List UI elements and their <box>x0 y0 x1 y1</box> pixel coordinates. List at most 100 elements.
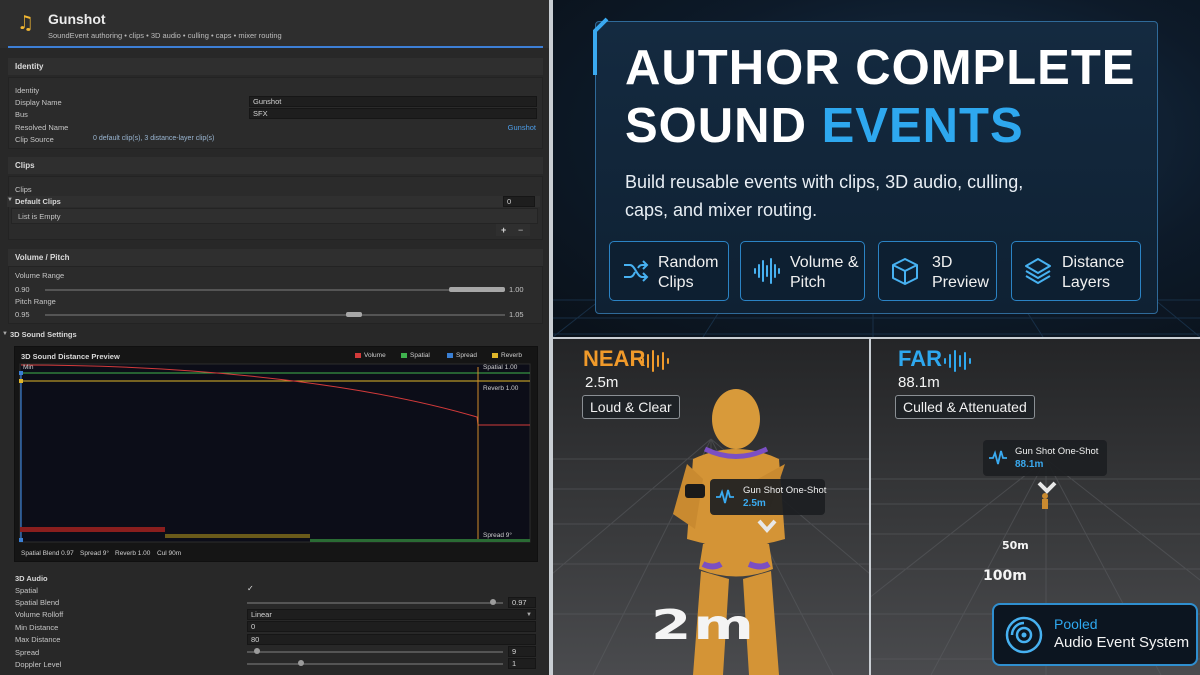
pitch-max-value: 1.05 <box>509 310 524 319</box>
identity-panel: Identity Display Name Gunshot Bus SFX Re… <box>8 77 543 149</box>
feature-label-line1: Volume & <box>790 254 859 271</box>
resolved-name-label: Resolved Name <box>15 123 69 132</box>
section-3d-sound[interactable]: ▼ 3D Sound Settings <box>0 328 549 341</box>
far-distance: 88.1m <box>898 374 940 391</box>
doppler-field[interactable]: 1 <box>508 658 536 669</box>
waveform-icon <box>642 350 669 372</box>
default-clips-label: Default Clips <box>15 197 61 206</box>
header-accent-line <box>8 46 543 48</box>
hero-heading-line2: SOUND EVENTS <box>625 98 1024 154</box>
default-clips-count[interactable]: 0 <box>503 196 535 207</box>
pooled-line1: Pooled <box>1054 616 1098 632</box>
cube-icon <box>892 258 918 285</box>
audio-3d-group-label: 3D Audio <box>15 574 48 583</box>
volume-range-handle[interactable] <box>449 287 505 292</box>
max-distance-field[interactable]: 80 <box>247 634 536 645</box>
feature-3d-preview: 3D Preview <box>878 241 997 301</box>
feature-label-line1: Random <box>658 254 719 271</box>
asset-title: Gunshot <box>48 11 106 27</box>
spread-track[interactable] <box>247 651 503 653</box>
spatial-checkbox[interactable]: ✓ <box>247 585 255 593</box>
inspector-panel: ♫ Gunshot SoundEvent authoring • clips •… <box>0 0 549 675</box>
foldout-arrow-icon: ▼ <box>2 331 8 337</box>
spatial-blend-label: Spatial Blend <box>15 598 60 607</box>
section-identity[interactable]: Identity <box>8 58 543 75</box>
distance-curves <box>19 363 531 543</box>
waveform-pulse-icon <box>989 450 1007 465</box>
spatial-blend-field[interactable]: 0.97 <box>508 597 536 608</box>
volume-range-track[interactable] <box>45 289 505 291</box>
foldout-arrow-icon: ▼ <box>7 197 13 203</box>
section-volume-pitch[interactable]: Volume / Pitch <box>8 249 543 266</box>
far-floor-50m: 50m <box>1002 539 1029 552</box>
spread-field[interactable]: 9 <box>508 646 536 657</box>
waveform-pulse-icon <box>716 489 734 504</box>
near-bubble-distance: 2.5m <box>743 498 766 509</box>
spatial-blend-track[interactable] <box>247 602 503 604</box>
near-bubble-title: Gun Shot One-Shot <box>743 485 827 496</box>
chevron-down-icon <box>1037 481 1057 494</box>
bus-dropdown[interactable]: SFX <box>249 108 537 119</box>
pitch-range-label: Pitch Range <box>15 297 56 306</box>
hero-description: Build reusable events with clips, 3D aud… <box>625 172 1024 220</box>
spatial-point[interactable] <box>19 371 23 375</box>
card-corner-accent <box>593 17 609 75</box>
reverb-point[interactable] <box>19 379 23 383</box>
spread-point[interactable] <box>19 538 23 542</box>
min-label: Min <box>23 364 34 371</box>
hero-banner: AUTHOR COMPLETE SOUND EVENTS Build reusa… <box>553 0 1200 337</box>
pitch-range-handle[interactable] <box>346 312 362 317</box>
min-distance-label: Min Distance <box>15 623 59 632</box>
far-label: FAR <box>898 346 942 371</box>
max-distance-label: Max Distance <box>15 635 61 644</box>
far-bubble-distance: 88.1m <box>1015 459 1044 470</box>
clips-panel: Clips ▼ Default Clips 0 List is Empty + … <box>7 176 543 240</box>
clips-list: List is Empty <box>11 208 538 224</box>
doppler-track[interactable] <box>247 663 503 665</box>
volume-band <box>20 527 165 532</box>
min-distance-field[interactable]: 0 <box>247 621 536 632</box>
pitch-range-track[interactable] <box>45 314 505 316</box>
near-label: NEAR <box>583 346 646 371</box>
inspector-header: ♫ Gunshot SoundEvent authoring • clips •… <box>0 0 549 48</box>
near-tag: Loud & Clear <box>582 395 680 419</box>
near-scene: NEAR 2.5m Loud & Clear Gun Shot One-Shot… <box>553 339 869 675</box>
plot-area <box>19 363 531 543</box>
display-name-label: Display Name <box>15 98 62 107</box>
near-sound-bubble: Gun Shot One-Shot 2.5m <box>710 479 827 515</box>
add-clip-button[interactable]: + <box>501 225 506 235</box>
section-3d-sound-label: 3D Sound Settings <box>10 330 77 339</box>
identity-group-label: Identity <box>15 86 40 95</box>
resolved-name-value: Gunshot <box>507 123 536 132</box>
asset-subtitle: SoundEvent authoring • clips • 3D audio … <box>48 31 282 40</box>
feature-label-line2: Preview <box>932 274 989 291</box>
feature-volume-pitch: Volume & Pitch <box>740 241 865 301</box>
footer-spatial-blend: Spatial Blend 0.97 <box>21 550 74 557</box>
reverb-band <box>165 534 310 538</box>
clips-group-label: Clips <box>15 185 32 194</box>
spread-thumb[interactable] <box>254 648 260 654</box>
volume-max-value: 1.00 <box>509 285 524 294</box>
feature-label-line1: 3D <box>932 254 953 271</box>
remove-clip-button[interactable]: − <box>518 225 523 235</box>
display-name-field[interactable]: Gunshot <box>249 96 537 107</box>
spread-label: Spread <box>15 648 40 657</box>
shuffle-icon <box>624 260 649 282</box>
doppler-thumb[interactable] <box>298 660 304 666</box>
feature-distance-layers: Distance Layers <box>1011 241 1141 301</box>
speaker-rings-icon <box>1005 616 1043 654</box>
music-note-icon: ♫ <box>17 12 35 34</box>
clip-source-label: Clip Source <box>15 135 54 144</box>
volume-range-label: Volume Range <box>15 271 65 280</box>
default-clips-row[interactable]: ▼ Default Clips 0 <box>7 196 540 207</box>
spatial-band <box>310 539 530 542</box>
feature-random-clips: Random Clips <box>609 241 729 301</box>
far-bubble-title: Gun Shot One-Shot <box>1015 446 1099 457</box>
spatial-blend-thumb[interactable] <box>490 599 496 605</box>
feature-volume-pitch-text: Volume & Pitch <box>790 253 858 293</box>
volume-rolloff-dropdown[interactable]: Linear ▼ <box>247 609 536 620</box>
waveform-icon <box>944 350 971 372</box>
section-clips[interactable]: Clips <box>8 157 543 174</box>
pooled-line2: Audio Event System <box>1054 634 1190 651</box>
footer-cull: Cul 90m <box>157 550 182 557</box>
